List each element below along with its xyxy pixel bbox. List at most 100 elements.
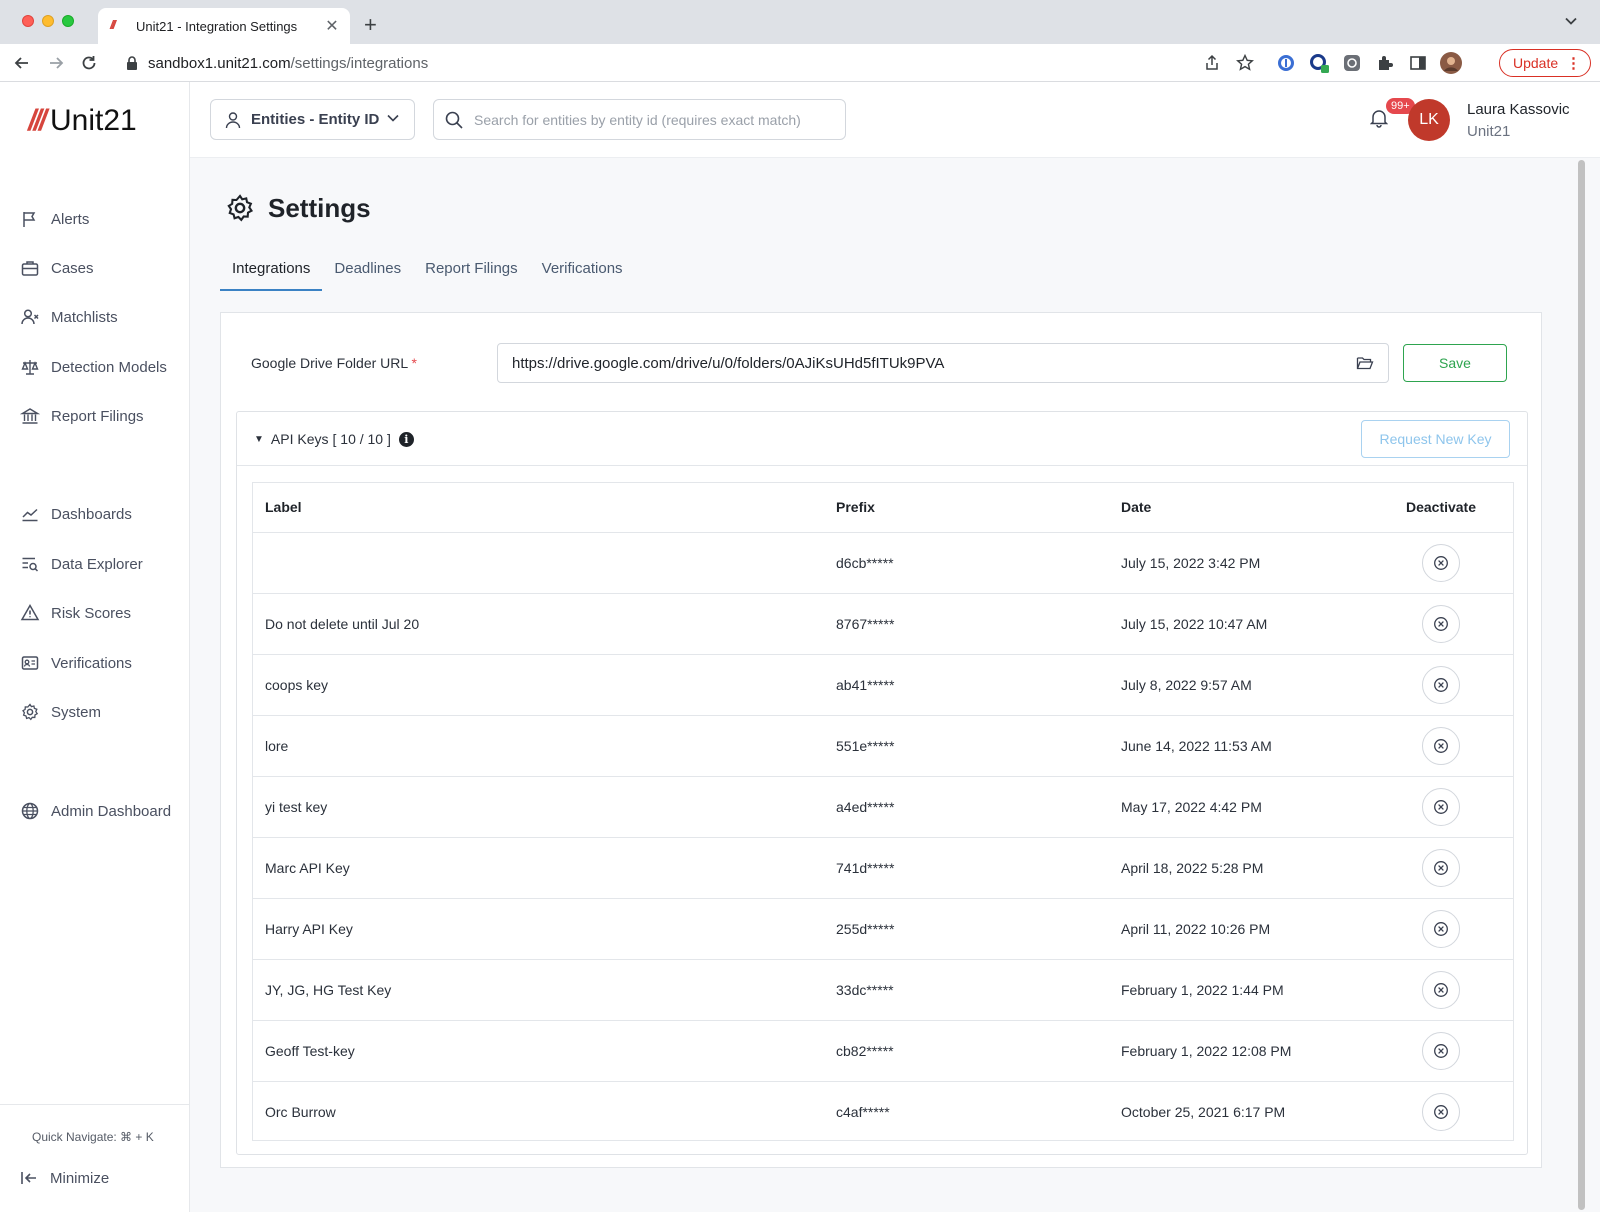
sidebar-item-report-filings[interactable]: Report Filings [20,404,185,428]
close-tab-icon[interactable]: ✕ [324,16,340,36]
table-row: lore 551e***** June 14, 2022 11:53 AM [253,715,1513,777]
url-host: sandbox1.unit21.com [148,54,291,72]
table-header-row: Label Prefix Date Deactivate [253,483,1513,533]
browser-tab-active[interactable]: /// Unit21 - Integration Settings ✕ [98,8,350,44]
puzzle-extensions-icon[interactable] [1375,53,1395,73]
sidebar-item-admin-dashboard[interactable]: Admin Dashboard [20,799,185,823]
new-tab-button[interactable]: + [364,12,377,38]
bank-icon [20,408,40,424]
unit21-logo-mark-icon: /// [28,104,47,137]
openai-extension-icon[interactable] [1342,53,1362,73]
column-header-deactivate: Deactivate [1369,483,1513,533]
sidebar-item-detection-models[interactable]: Detection Models [20,355,185,379]
user-name: Laura Kassovic [1467,101,1570,118]
key-date-cell: April 11, 2022 10:26 PM [1109,898,1369,960]
url-text: sandbox1.unit21.com/settings/integration… [148,55,428,72]
sidebar-item-data-explorer[interactable]: Data Explorer [20,552,185,576]
sidebar-item-matchlists[interactable]: Matchlists [20,305,185,329]
key-deactivate-cell [1369,593,1513,655]
avatar[interactable]: LK [1408,99,1450,141]
entity-type-select[interactable]: Entities - Entity ID [210,99,415,140]
deactivate-key-button[interactable] [1422,1031,1460,1070]
sidebar-item-system[interactable]: System [20,700,185,724]
sidebar-item-risk-scores[interactable]: Risk Scores [20,601,185,625]
key-date-cell: February 1, 2022 12:08 PM [1109,1020,1369,1082]
key-label-cell: lore [253,715,824,777]
address-bar[interactable]: sandbox1.unit21.com/settings/integration… [114,48,1274,78]
share-icon[interactable] [1202,53,1222,73]
user-x-icon [21,309,39,325]
scrollbar-thumb[interactable] [1578,160,1585,1210]
circle-x-icon [1433,921,1449,937]
deactivate-key-button[interactable] [1422,909,1460,948]
sidebar-item-label: Admin Dashboard [51,802,172,820]
bookmark-star-icon[interactable] [1235,53,1255,73]
google-drive-url-field[interactable]: https://drive.google.com/drive/u/0/folde… [497,343,1389,383]
entity-search-input[interactable] [474,111,834,128]
back-arrow-icon[interactable] [12,53,32,73]
deactivate-key-button[interactable] [1422,543,1460,582]
sidebar-item-verifications[interactable]: Verifications [20,651,185,675]
key-deactivate-cell [1369,776,1513,838]
tab-verifications[interactable]: Verifications [530,256,635,291]
api-keys-count: [ 10 / 10 ] [332,431,391,447]
deactivate-key-button[interactable] [1422,970,1460,1009]
sidebar-item-label: Risk Scores [51,604,132,622]
chart-line-icon [22,508,38,522]
sidebar-item-dashboards[interactable]: Dashboards [20,502,185,526]
maximize-window-button[interactable] [62,15,74,27]
brand-name: Unit21 [50,104,137,137]
tab-search-chevron-icon[interactable] [1564,14,1578,28]
deactivate-key-button[interactable] [1422,604,1460,643]
browser-tab-title: Unit21 - Integration Settings [136,18,298,34]
sidebar-footer: Quick Navigate: ⌘ + K Minimize [0,1104,190,1212]
tab-deadlines[interactable]: Deadlines [322,256,413,291]
side-panel-icon[interactable] [1408,53,1428,73]
deactivate-key-button[interactable] [1422,787,1460,826]
gear-icon [227,194,254,222]
save-button[interactable]: Save [1403,344,1507,382]
reload-icon[interactable] [79,53,99,73]
unit21-logo[interactable]: /// Unit21 [28,104,137,138]
browser-toolbar: sandbox1.unit21.com/settings/integration… [0,44,1600,82]
key-date-cell: July 15, 2022 10:47 AM [1109,593,1369,655]
deactivate-key-button[interactable] [1422,665,1460,704]
api-keys-title: API Keys [270,431,329,447]
sidebar-item-label: Dashboards [51,505,132,523]
table-row: Marc API Key 741d***** April 18, 2022 5:28… [253,837,1513,899]
circle-x-icon [1433,1104,1449,1120]
key-label-cell [253,532,824,594]
close-window-button[interactable] [22,15,34,27]
bell-icon[interactable] [1370,108,1388,128]
tab-report-filings[interactable]: Report Filings [413,256,530,291]
deactivate-key-button[interactable] [1422,726,1460,765]
request-new-key-button[interactable]: Request New Key [1361,420,1510,458]
app-root: /// Unit21 Alerts Cases Matchlists Detec… [0,82,1600,1212]
column-header-label: Label [253,483,824,533]
page-scrollbar[interactable] [1576,158,1586,1212]
profile-photo-icon[interactable] [1440,52,1462,74]
circle-extension-icon[interactable] [1309,53,1329,73]
kebab-menu-icon[interactable]: ⋮ [1566,54,1581,72]
api-keys-collapse-toggle[interactable]: ▼ API Keys [ 10 / 10 ] i [254,431,414,447]
sidebar-item-cases[interactable]: Cases [20,256,185,280]
folder-open-icon[interactable] [1356,355,1374,371]
deactivate-key-button[interactable] [1422,848,1460,887]
minimize-sidebar-button[interactable]: Minimize [20,1169,109,1187]
deactivate-key-button[interactable] [1422,1092,1460,1131]
forward-arrow-icon[interactable] [46,53,66,73]
info-icon[interactable]: i [398,431,414,447]
chrome-update-button[interactable]: Update ⋮ [1499,49,1591,77]
key-deactivate-cell [1369,1020,1513,1082]
gear-icon [22,703,39,721]
api-keys-table-body: d6cb***** July 15, 2022 3:42 PM Do not del… [253,532,1513,1142]
sidebar-item-alerts[interactable]: Alerts [20,207,185,231]
scale-icon [21,360,39,375]
minimize-window-button[interactable] [42,15,54,27]
url-path: /settings/integrations [290,54,429,72]
tab-integrations[interactable]: Integrations [220,256,323,291]
table-row: Geoff Test-key cb82***** February 1, 2022 … [253,1020,1513,1082]
key-label-cell: Do not delete until Jul 20 [253,593,824,655]
password-manager-extension-icon[interactable] [1276,53,1296,73]
entity-search-box[interactable] [433,99,846,140]
